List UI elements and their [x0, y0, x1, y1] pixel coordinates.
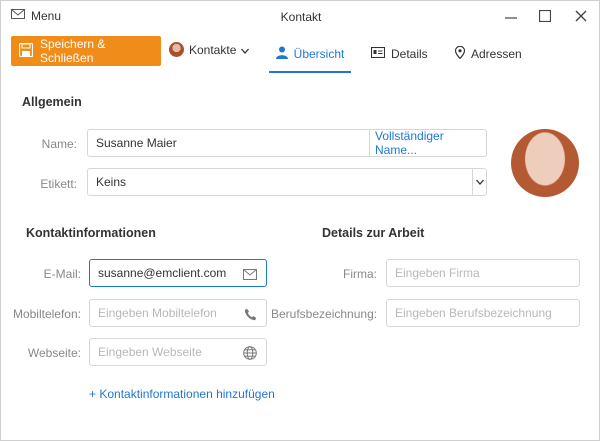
- envelope-icon: [242, 266, 258, 282]
- tab-details[interactable]: Details: [370, 37, 428, 71]
- contacts-dropdown[interactable]: Kontakte: [169, 42, 250, 57]
- save-icon: [18, 42, 34, 60]
- email-value: susanne@emclient.com: [98, 266, 227, 280]
- contact-window: Menu Kontakt Speichern & Schließen Konta…: [0, 0, 600, 441]
- phone-icon: [242, 306, 258, 322]
- close-button[interactable]: [567, 5, 595, 29]
- contacts-label: Kontakte: [189, 42, 237, 57]
- section-heading-work: Details zur Arbeit: [322, 226, 425, 240]
- email-field[interactable]: susanne@emclient.com: [89, 259, 267, 287]
- mobile-label: Mobiltelefon:: [12, 307, 81, 321]
- chevron-down-icon: [472, 169, 486, 195]
- minimize-button[interactable]: [497, 5, 525, 29]
- toolbar: Speichern & Schließen Kontakte Übersicht…: [1, 35, 599, 73]
- avatar: [169, 42, 184, 57]
- envelope-icon: [11, 8, 25, 23]
- mobile-placeholder: Eingeben Mobiltelefon: [98, 306, 217, 320]
- tab-addresses-label: Adressen: [471, 47, 522, 61]
- tag-label: Etikett:: [40, 177, 77, 191]
- section-heading-general: Allgemein: [22, 95, 82, 109]
- contact-photo[interactable]: [511, 129, 579, 197]
- name-value: Susanne Maier: [96, 136, 177, 150]
- globe-icon: [242, 345, 258, 361]
- tab-overview[interactable]: Übersicht: [269, 37, 351, 73]
- tag-value: Keins: [96, 175, 127, 189]
- tab-details-label: Details: [391, 47, 428, 61]
- close-icon: [575, 10, 587, 25]
- chevron-down-icon: [241, 43, 250, 57]
- location-pin-icon: [454, 45, 466, 62]
- jobtitle-field[interactable]: Eingeben Berufsbezeichnung: [386, 299, 580, 327]
- menu-button[interactable]: Menu: [11, 8, 61, 23]
- jobtitle-label: Berufsbezeichnung:: [271, 307, 378, 321]
- save-and-close-label: Speichern & Schließen: [40, 37, 106, 65]
- email-label: E-Mail:: [43, 267, 81, 281]
- section-heading-contact-info: Kontaktinformationen: [26, 226, 156, 240]
- menu-label: Menu: [31, 8, 62, 23]
- full-name-button[interactable]: Vollständiger Name...: [369, 129, 487, 157]
- company-label: Firma:: [343, 267, 377, 281]
- maximize-icon: [538, 9, 552, 25]
- tab-addresses[interactable]: Adressen: [454, 37, 522, 71]
- website-placeholder: Eingeben Webseite: [98, 345, 202, 359]
- mobile-field[interactable]: Eingeben Mobiltelefon: [89, 299, 267, 327]
- save-and-close-button[interactable]: Speichern & Schließen: [11, 36, 161, 66]
- company-placeholder: Eingeben Firma: [395, 266, 480, 280]
- company-field[interactable]: Eingeben Firma: [386, 259, 580, 287]
- tab-overview-label: Übersicht: [293, 47, 345, 61]
- person-icon: [275, 46, 288, 62]
- website-field[interactable]: Eingeben Webseite: [89, 338, 267, 366]
- name-label: Name:: [41, 137, 77, 151]
- title-bar: Menu Kontakt: [1, 1, 599, 33]
- website-label: Webseite:: [27, 346, 81, 360]
- id-card-icon: [370, 46, 386, 61]
- jobtitle-placeholder: Eingeben Berufsbezeichnung: [395, 306, 552, 320]
- minimize-icon: [505, 10, 517, 25]
- add-contact-info-link[interactable]: + Kontaktinformationen hinzufügen: [89, 387, 275, 401]
- tag-select[interactable]: Keins: [87, 168, 487, 196]
- maximize-button[interactable]: [531, 5, 559, 29]
